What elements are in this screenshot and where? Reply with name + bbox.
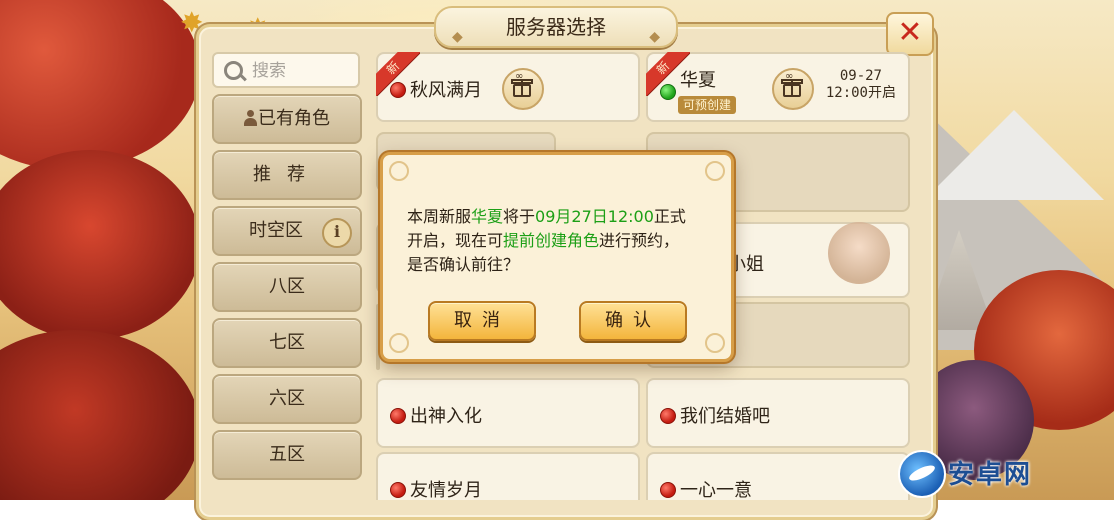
server-card[interactable]: 一心一意 [646,452,910,500]
gift-button[interactable]: ∞ [502,68,544,110]
autumn-tree [0,150,200,340]
sidebar-item-spacetime-zone[interactable]: 时空区 i [212,206,362,256]
server-name: 出神入化 [410,406,482,427]
server-card[interactable]: 我们结婚吧 [646,378,910,448]
autumn-tree [0,0,200,170]
close-button[interactable]: ✕ [886,12,934,56]
info-icon[interactable]: i [322,218,352,248]
server-name: 友情岁月 [410,480,482,500]
server-card[interactable]: 出神入化 [376,378,640,448]
server-card[interactable]: 友情岁月 [376,452,640,500]
server-card[interactable]: 新 华夏 可预创建 ∞ 09-27 12:00开启 [646,52,910,122]
search-icon [224,61,243,80]
server-name: 华夏 [680,70,716,91]
confirm-dialog: 本周新服华夏将于09月27日12:00正式 开启，现在可提前创建角色进行预约， … [380,152,734,362]
confirm-button[interactable]: 确认 [579,301,687,341]
sidebar-item-label: 已有角色 [258,108,330,129]
sidebar-item-zone-6[interactable]: 六区 [212,374,362,424]
ornament-icon [705,333,725,353]
ornament-icon: ◆ [649,29,660,45]
status-red-icon [660,408,676,424]
window-title-text: 服务器选择 [506,15,606,39]
ornament-icon [389,161,409,181]
ornament-icon [389,333,409,353]
sidebar: 已有角色 推荐 时空区 i 八区 七区 六区 五区 [212,52,364,500]
ornament-icon [705,161,725,181]
sidebar-item-label: 八区 [269,276,305,297]
mountain-snowcap [924,110,1104,200]
server-card[interactable]: 新 秋风满月 ∞ [376,52,640,122]
open-time: 09-27 12:00开启 [825,68,896,101]
sidebar-item-zone-5[interactable]: 五区 [212,430,362,480]
person-icon [244,110,257,126]
watermark-logo-icon [898,450,946,498]
character-portrait [828,222,890,284]
ornament-icon: ◆ [452,29,463,45]
sidebar-item-label: 五区 [269,444,305,465]
watermark-text: 安卓网 [948,460,1033,490]
window-title: ◆ 服务器选择 ◆ [434,6,678,48]
sidebar-item-my-roles[interactable]: 已有角色 [212,94,362,144]
dialog-message: 本周新服华夏将于09月27日12:00正式 开启，现在可提前创建角色进行预约， … [407,207,686,274]
cancel-button[interactable]: 取消 [428,301,536,341]
gift-button[interactable]: ∞ [772,68,814,110]
pre-create-badge: 可预创建 [678,96,737,114]
sidebar-item-label: 推荐 [253,164,321,185]
status-red-icon [660,482,676,498]
highlight-server-name: 华夏 [471,207,504,226]
status-red-icon [390,82,406,98]
highlight-open-datetime: 09月27日12:00 [535,207,654,226]
search-input[interactable] [250,58,358,84]
status-red-icon [390,482,406,498]
highlight-action: 提前创建角色 [503,231,600,250]
sidebar-item-zone-7[interactable]: 七区 [212,318,362,368]
server-name: 一心一意 [680,480,752,500]
sidebar-item-recommended[interactable]: 推荐 [212,150,362,200]
sidebar-item-label: 七区 [269,332,305,353]
watermark: 安卓网 [898,446,1114,500]
close-icon[interactable]: ✕ [897,15,922,50]
status-red-icon [390,408,406,424]
autumn-tree [0,330,200,500]
server-name: 秋风满月 [410,80,482,101]
status-green-icon [660,84,676,100]
sidebar-item-label: 六区 [269,388,305,409]
server-name: 我们结婚吧 [680,406,770,427]
sidebar-item-label: 时空区 [249,220,303,241]
sidebar-item-zone-8[interactable]: 八区 [212,262,362,312]
search-box[interactable] [212,52,360,88]
